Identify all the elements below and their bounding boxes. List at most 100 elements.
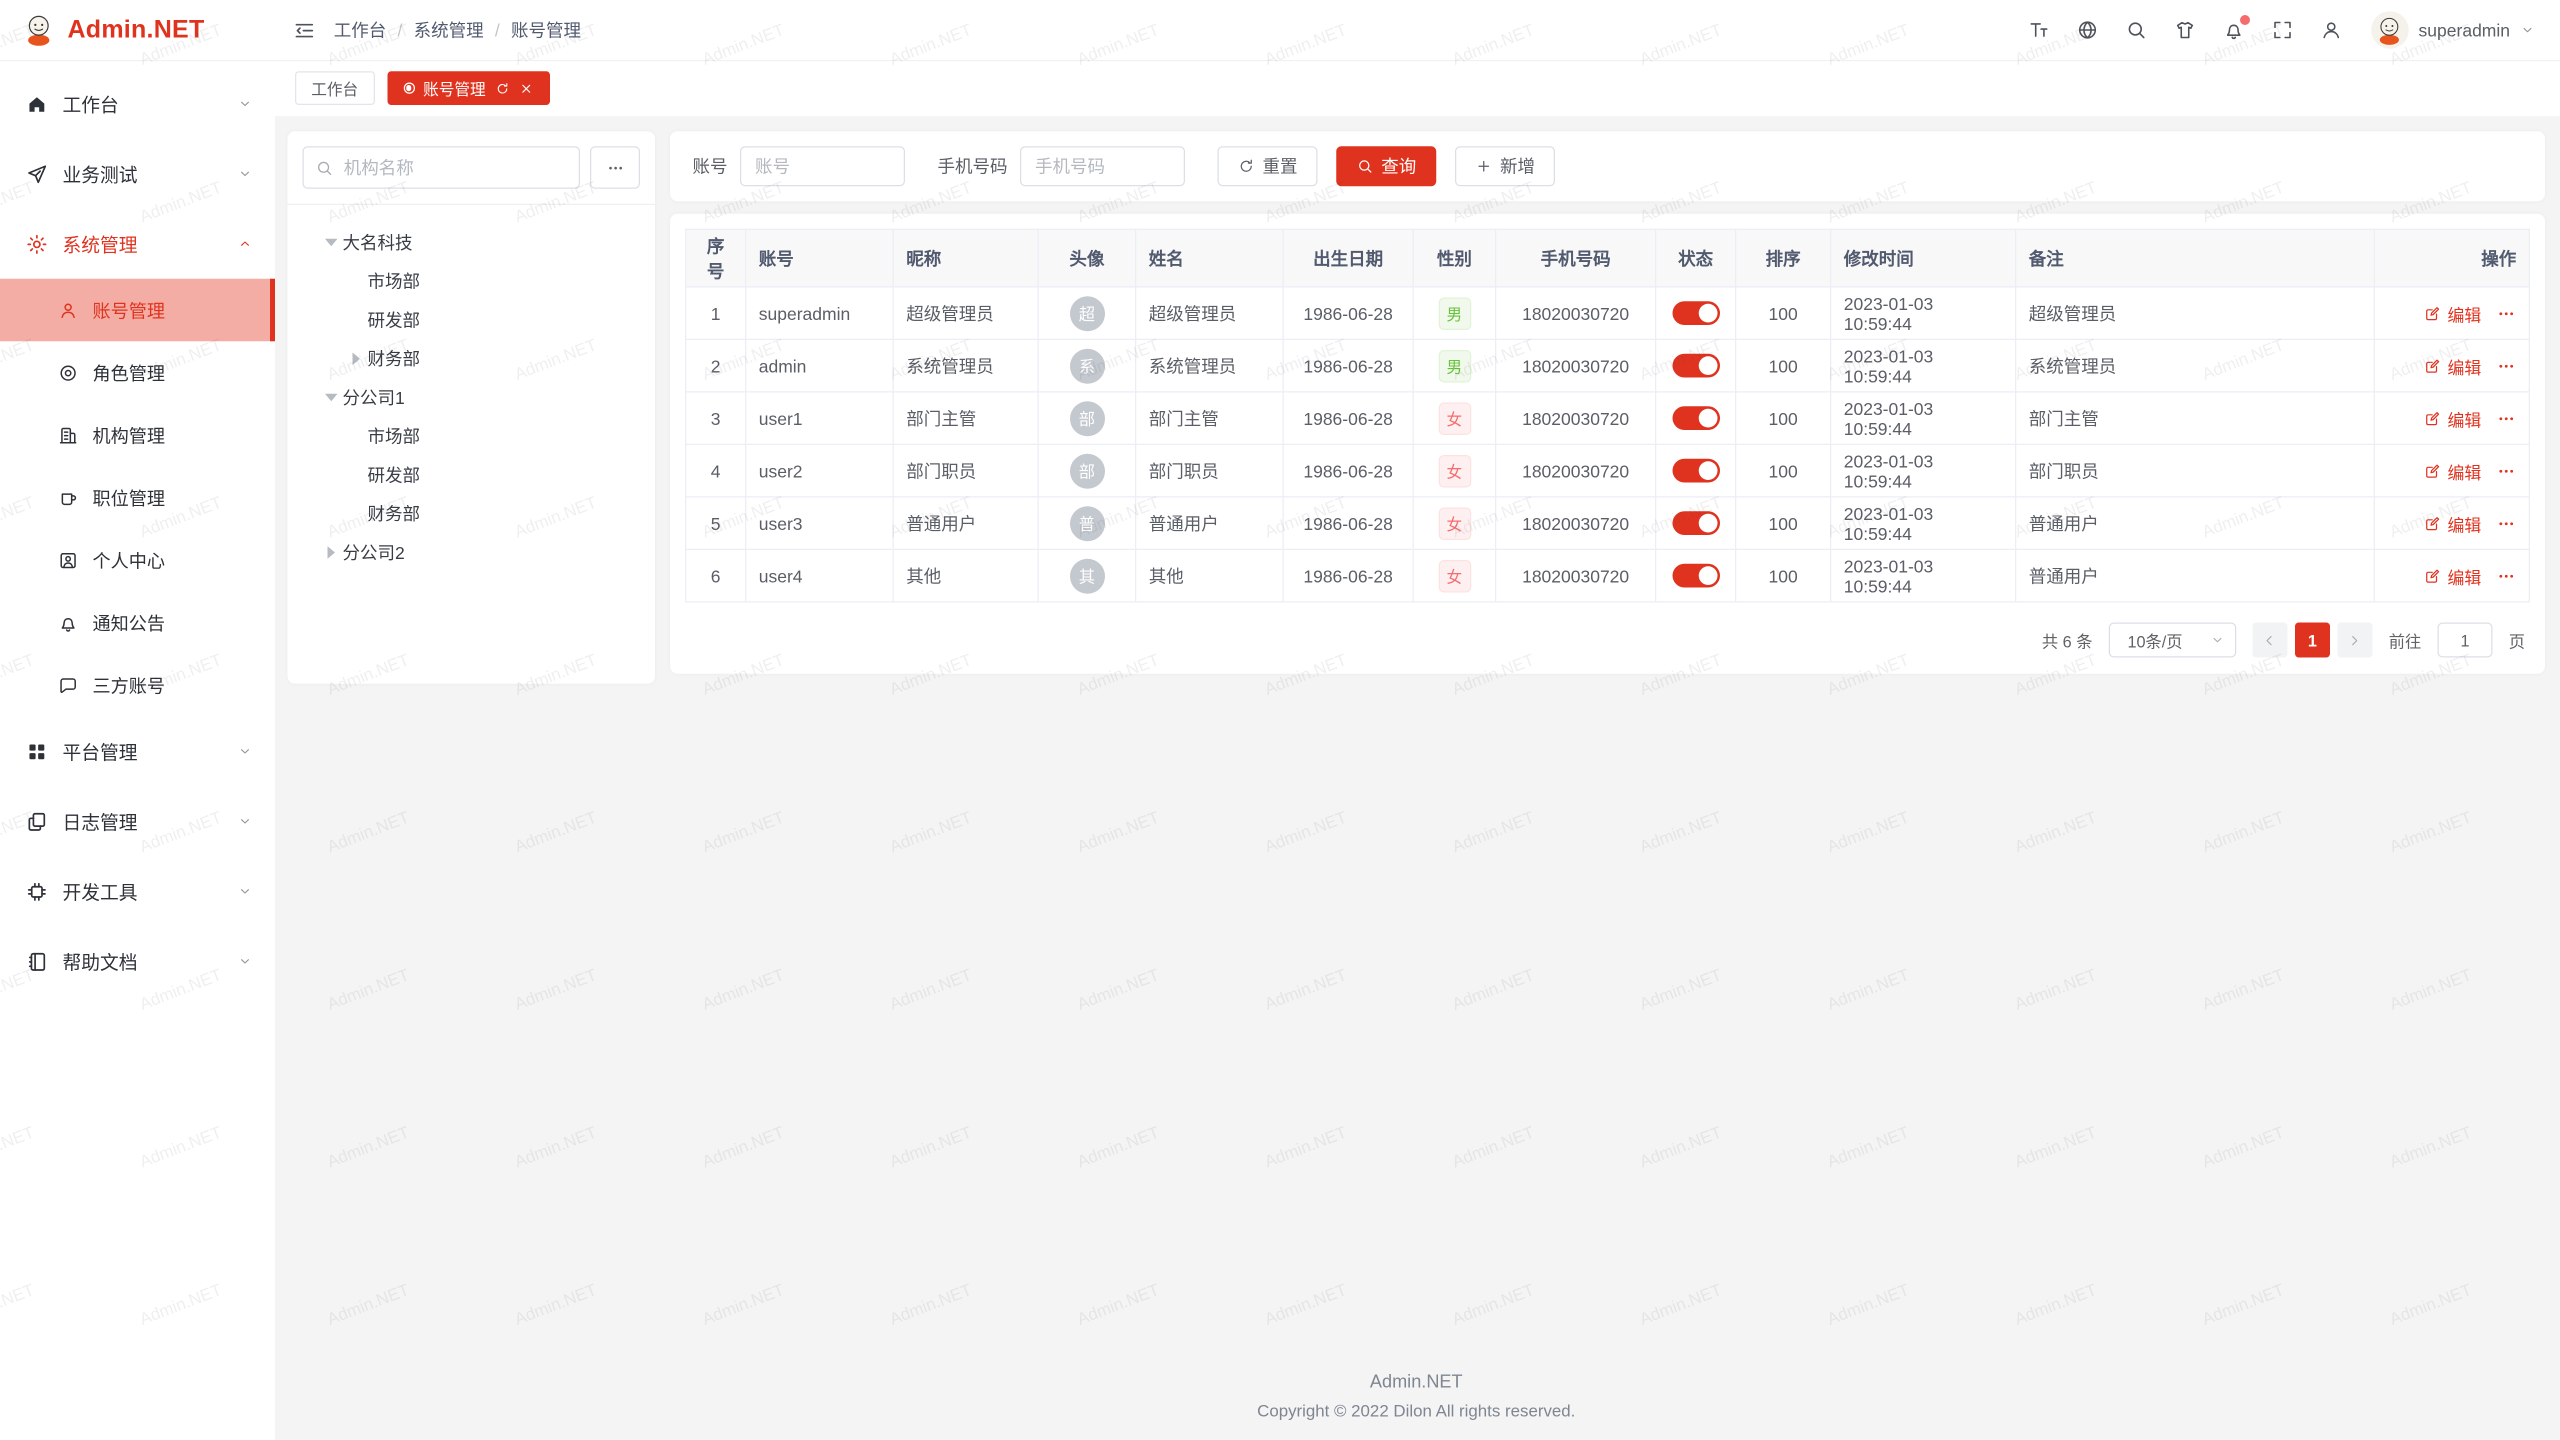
- phone-filter-input[interactable]: [1020, 146, 1185, 186]
- theme-icon[interactable]: [2174, 19, 2197, 42]
- edit-button[interactable]: 编辑: [2424, 511, 2482, 536]
- sidebar-item-label: 平台管理: [63, 738, 138, 764]
- query-button[interactable]: 查询: [1336, 146, 1436, 186]
- sidebar-item-send[interactable]: 业务测试: [0, 139, 275, 209]
- edit-button[interactable]: 编辑: [2424, 406, 2482, 431]
- edit-label: 编辑: [2448, 301, 2482, 326]
- page-size-value: 10条/页: [2127, 628, 2182, 652]
- tree-node-1[interactable]: 市场部: [303, 261, 641, 300]
- tree-node-8[interactable]: 分公司2: [303, 533, 641, 572]
- tab-1[interactable]: 账号管理: [387, 71, 550, 105]
- tree-node-2[interactable]: 研发部: [303, 300, 641, 339]
- tab-close-icon[interactable]: [518, 81, 533, 96]
- caret-icon[interactable]: [323, 234, 339, 249]
- row-more-button[interactable]: [2496, 513, 2516, 533]
- cell-modified-time: 2023-01-03 10:59:44: [1831, 497, 2016, 550]
- reset-button[interactable]: 重置: [1218, 146, 1318, 186]
- status-toggle[interactable]: [1672, 511, 1720, 535]
- tab-refresh-icon[interactable]: [494, 81, 509, 96]
- sidebar-subitem-chat[interactable]: 三方账号: [0, 654, 275, 717]
- sidebar-item-cpu[interactable]: 开发工具: [0, 856, 275, 926]
- notification-bell-icon[interactable]: [2222, 19, 2245, 42]
- edit-button[interactable]: 编辑: [2424, 458, 2482, 483]
- cell-status: [1656, 549, 1736, 602]
- sidebar-item-home[interactable]: 工作台: [0, 69, 275, 139]
- sidebar-subitem-bell[interactable]: 通知公告: [0, 591, 275, 654]
- sidebar-subitem-profile[interactable]: 个人中心: [0, 529, 275, 592]
- org-search-input[interactable]: [304, 146, 579, 189]
- add-button[interactable]: 新增: [1455, 146, 1555, 186]
- send-icon: [25, 162, 49, 186]
- tabs-bar: 工作台账号管理: [275, 61, 2560, 116]
- status-toggle[interactable]: [1672, 459, 1720, 483]
- fullscreen-icon[interactable]: [2271, 19, 2294, 42]
- user-menu[interactable]: superadmin: [2371, 11, 2535, 49]
- tree-node-3[interactable]: 财务部: [303, 339, 641, 378]
- cell-order: 100: [1736, 549, 1831, 602]
- sidebar-subitem-label: 职位管理: [93, 484, 166, 510]
- tree-node-5[interactable]: 市场部: [303, 416, 641, 455]
- status-toggle[interactable]: [1672, 354, 1720, 378]
- status-toggle[interactable]: [1672, 301, 1720, 325]
- edit-button[interactable]: 编辑: [2424, 301, 2482, 326]
- tree-node-7[interactable]: 财务部: [303, 494, 641, 533]
- cell-phone: 18020030720: [1496, 339, 1656, 392]
- status-toggle[interactable]: [1672, 564, 1720, 588]
- sidebar-subitem-position[interactable]: 职位管理: [0, 466, 275, 529]
- collapse-sidebar-icon[interactable]: [293, 18, 317, 42]
- sidebar-item-doc[interactable]: 帮助文档: [0, 926, 275, 996]
- cell-name: 系统管理员: [1136, 339, 1284, 392]
- edit-button[interactable]: 编辑: [2424, 563, 2482, 588]
- edit-icon: [2424, 462, 2442, 480]
- cell-modified-time: 2023-01-03 10:59:44: [1831, 392, 2016, 445]
- edit-button[interactable]: 编辑: [2424, 353, 2482, 378]
- tree-node-label: 分公司2: [343, 539, 405, 564]
- org-more-button[interactable]: [590, 146, 640, 189]
- gear-icon: [25, 232, 49, 256]
- tree-node-0[interactable]: 大名科技: [303, 223, 641, 262]
- sidebar-item-label: 日志管理: [63, 808, 138, 834]
- profile-icon: [58, 549, 79, 570]
- user-outline-icon[interactable]: [2320, 19, 2343, 42]
- row-more-button[interactable]: [2496, 408, 2516, 428]
- main-area: 工作台/系统管理/账号管理 superadmin 工作台账号管理: [275, 0, 2560, 1440]
- caret-icon[interactable]: [323, 389, 339, 404]
- app-logo-text: Admin.NET: [68, 16, 205, 45]
- next-page-button[interactable]: [2337, 623, 2372, 658]
- sidebar-subitem-role[interactable]: 角色管理: [0, 341, 275, 404]
- sidebar: Admin.NET 工作台业务测试系统管理账号管理角色管理机构管理职位管理个人中…: [0, 0, 275, 1440]
- language-icon[interactable]: [2076, 19, 2099, 42]
- breadcrumb-item[interactable]: 系统管理: [414, 18, 484, 43]
- row-more-button[interactable]: [2496, 461, 2516, 481]
- caret-icon[interactable]: [348, 351, 364, 366]
- breadcrumb-item[interactable]: 账号管理: [511, 18, 581, 43]
- edit-icon: [2424, 409, 2442, 427]
- search-icon[interactable]: [2125, 19, 2148, 42]
- cell-index: 5: [686, 497, 746, 550]
- breadcrumb-item[interactable]: 工作台: [334, 18, 387, 43]
- sidebar-item-gear[interactable]: 系统管理: [0, 209, 275, 279]
- org-search-field: [303, 146, 581, 189]
- account-filter-input[interactable]: [740, 146, 905, 186]
- tree-node-4[interactable]: 分公司1: [303, 378, 641, 417]
- sidebar-item-grid[interactable]: 平台管理: [0, 716, 275, 786]
- cell-birthdate: 1986-06-28: [1283, 287, 1413, 340]
- page-1-button[interactable]: 1: [2295, 623, 2330, 658]
- row-more-button[interactable]: [2496, 566, 2516, 586]
- caret-icon[interactable]: [323, 544, 339, 559]
- sidebar-subitem-user[interactable]: 账号管理: [0, 279, 275, 342]
- sidebar-subitem-label: 账号管理: [93, 297, 166, 323]
- tree-node-6[interactable]: 研发部: [303, 455, 641, 494]
- accounts-table-card: 序号账号昵称头像姓名出生日期性别手机号码状态排序修改时间备注操作1superad…: [670, 214, 2545, 674]
- status-toggle[interactable]: [1672, 406, 1720, 430]
- caret-placeholder: [348, 273, 364, 288]
- prev-page-button[interactable]: [2252, 623, 2287, 658]
- tab-0[interactable]: 工作台: [295, 71, 374, 105]
- sidebar-subitem-org[interactable]: 机构管理: [0, 404, 275, 467]
- page-size-select[interactable]: 10条/页: [2109, 623, 2237, 658]
- goto-page-input[interactable]: [2437, 623, 2492, 658]
- font-size-icon[interactable]: [2027, 19, 2050, 42]
- row-more-button[interactable]: [2496, 356, 2516, 376]
- sidebar-item-logs[interactable]: 日志管理: [0, 786, 275, 856]
- row-more-button[interactable]: [2496, 303, 2516, 323]
